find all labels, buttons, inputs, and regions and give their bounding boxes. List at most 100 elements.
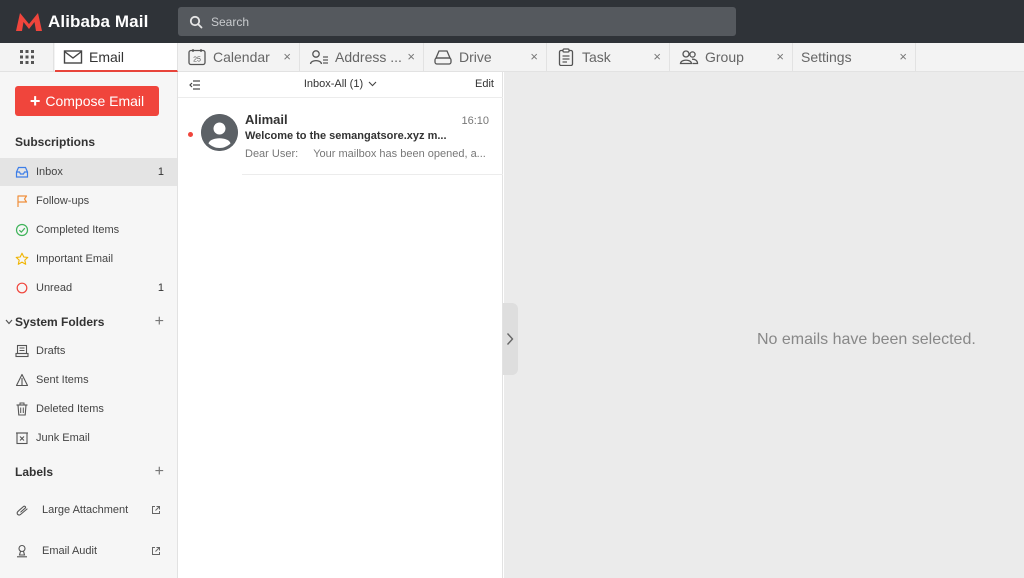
app-tabs-bar: Email 25 Calendar × Address ... × Drive …: [0, 43, 1024, 72]
check-circle-icon: [15, 223, 29, 237]
add-label-button[interactable]: +: [155, 464, 164, 480]
divider: [242, 174, 503, 175]
add-folder-button[interactable]: +: [155, 314, 164, 330]
tab-settings[interactable]: Settings ×: [794, 43, 916, 71]
tab-drive[interactable]: Drive ×: [425, 43, 547, 71]
sidebar-item-large-attachment[interactable]: Large Attachment: [0, 496, 177, 524]
sidebar-item-label: Sent Items: [36, 374, 89, 386]
sidebar-item-completed-items[interactable]: Completed Items: [0, 216, 177, 244]
sidebar-item-label: Deleted Items: [36, 403, 104, 415]
sidebar-item-email-audit[interactable]: Email Audit: [0, 537, 177, 565]
tab-address-book[interactable]: Address ... ×: [301, 43, 424, 71]
trash-icon: [16, 402, 28, 416]
sidebar-item-important-email[interactable]: Important Email: [0, 245, 177, 273]
app-logo[interactable]: Alibaba Mail: [14, 10, 148, 34]
unread-count: 1: [157, 282, 164, 294]
sidebar-item-label: Important Email: [36, 253, 114, 265]
tab-calendar[interactable]: 25 Calendar ×: [179, 43, 300, 71]
external-link-icon[interactable]: [151, 546, 161, 556]
sidebar: + Compose Email Subscriptions Inbox 1 Fo…: [0, 72, 178, 578]
envelope-icon: [63, 49, 83, 64]
message-list-pane: Inbox-All (1) Edit Alimail 16:10 Welcome…: [178, 72, 503, 578]
search-input[interactable]: [211, 14, 711, 29]
message-sender: Alimail: [245, 112, 288, 127]
close-tab-button[interactable]: ×: [283, 49, 291, 65]
sidebar-item-unread[interactable]: Unread 1: [0, 274, 177, 302]
avatar: [201, 114, 238, 151]
search-icon: [189, 15, 203, 28]
tab-label: Settings: [801, 49, 852, 65]
edit-button[interactable]: Edit: [475, 78, 494, 90]
message-list-header: Inbox-All (1) Edit: [178, 72, 503, 98]
close-tab-button[interactable]: ×: [530, 49, 538, 65]
sidebar-item-label: Completed Items: [36, 224, 120, 236]
app-title: Alibaba Mail: [48, 12, 149, 31]
tab-label: Task: [582, 49, 611, 65]
expand-list-handle[interactable]: [503, 303, 518, 375]
user-avatar-icon: [201, 114, 238, 151]
compose-email-label: Compose Email: [45, 93, 145, 109]
sidebar-item-deleted-items[interactable]: Deleted Items: [0, 395, 177, 423]
search-bar[interactable]: [178, 7, 736, 36]
sidebar-item-label: Junk Email: [36, 432, 90, 444]
drive-icon: [434, 50, 452, 65]
message-time: 16:10: [461, 115, 489, 127]
chevron-down-icon: [368, 81, 377, 87]
tab-email[interactable]: Email: [55, 43, 178, 72]
sidebar-item-label: Follow-ups: [36, 195, 90, 207]
chevron-down-icon: [5, 319, 13, 325]
paperclip-icon: [16, 505, 28, 516]
close-tab-button[interactable]: ×: [776, 49, 784, 65]
preview-greeting: Dear User:: [245, 148, 299, 160]
sidebar-item-inbox[interactable]: Inbox 1: [0, 158, 177, 186]
tab-label: Drive: [459, 49, 492, 65]
sidebar-item-drafts[interactable]: Drafts: [0, 337, 177, 365]
plus-icon: +: [29, 91, 41, 111]
tab-label: Address ...: [335, 49, 402, 65]
sent-icon: [15, 373, 29, 387]
sidebar-item-label: Inbox: [36, 166, 63, 178]
group-icon: [679, 50, 699, 65]
labels-heading: Labels: [15, 465, 54, 479]
unread-count: 1: [157, 166, 164, 178]
tab-task[interactable]: Task ×: [548, 43, 670, 71]
preview-body: Your mailbox has been opened, a...: [313, 148, 486, 160]
tab-group[interactable]: Group ×: [671, 43, 793, 71]
junk-icon: [16, 432, 28, 445]
top-bar: Alibaba Mail: [0, 0, 1024, 43]
star-icon: [15, 252, 29, 265]
contacts-icon: [309, 50, 328, 65]
tab-label: Group: [705, 49, 744, 65]
inbox-icon: [15, 166, 29, 178]
sidebar-item-sent-items[interactable]: Sent Items: [0, 366, 177, 394]
unread-indicator: [188, 132, 193, 137]
sidebar-item-follow-ups[interactable]: Follow-ups: [0, 187, 177, 215]
grid-icon: [19, 50, 34, 64]
close-tab-button[interactable]: ×: [899, 49, 907, 65]
labels-header[interactable]: Labels +: [0, 464, 177, 480]
tab-label: Calendar: [213, 49, 270, 65]
system-folders-heading: System Folders: [15, 315, 105, 329]
sidebar-item-label: Drafts: [36, 345, 66, 357]
sidebar-item-label: Unread: [36, 282, 73, 294]
reading-pane: No emails have been selected.: [504, 72, 1024, 578]
message-list-item[interactable]: Alimail 16:10 Welcome to the semangatsor…: [178, 99, 503, 175]
external-link-icon[interactable]: [151, 505, 161, 515]
clipboard-icon: [558, 48, 574, 66]
apps-menu-button[interactable]: [0, 43, 54, 71]
close-tab-button[interactable]: ×: [407, 49, 415, 65]
message-subject: Welcome to the semangatsore.xyz m...: [245, 130, 447, 142]
folder-filter-dropdown[interactable]: Inbox-All (1): [178, 78, 503, 90]
sidebar-item-label: Email Audit: [42, 545, 98, 557]
message-preview: Dear User: Your mailbox has been opened, …: [245, 148, 490, 160]
sidebar-item-junk-email[interactable]: Junk Email: [0, 424, 177, 452]
folder-filter-label: Inbox-All: [303, 78, 347, 90]
empty-state-message: No emails have been selected.: [757, 331, 976, 348]
compose-email-button[interactable]: + Compose Email: [15, 86, 159, 116]
audit-icon: [17, 544, 27, 558]
flag-icon: [17, 195, 28, 207]
close-tab-button[interactable]: ×: [653, 49, 661, 65]
system-folders-header[interactable]: System Folders +: [0, 314, 177, 330]
calendar-icon-date: 25: [193, 57, 201, 64]
tab-label: Email: [89, 48, 125, 65]
